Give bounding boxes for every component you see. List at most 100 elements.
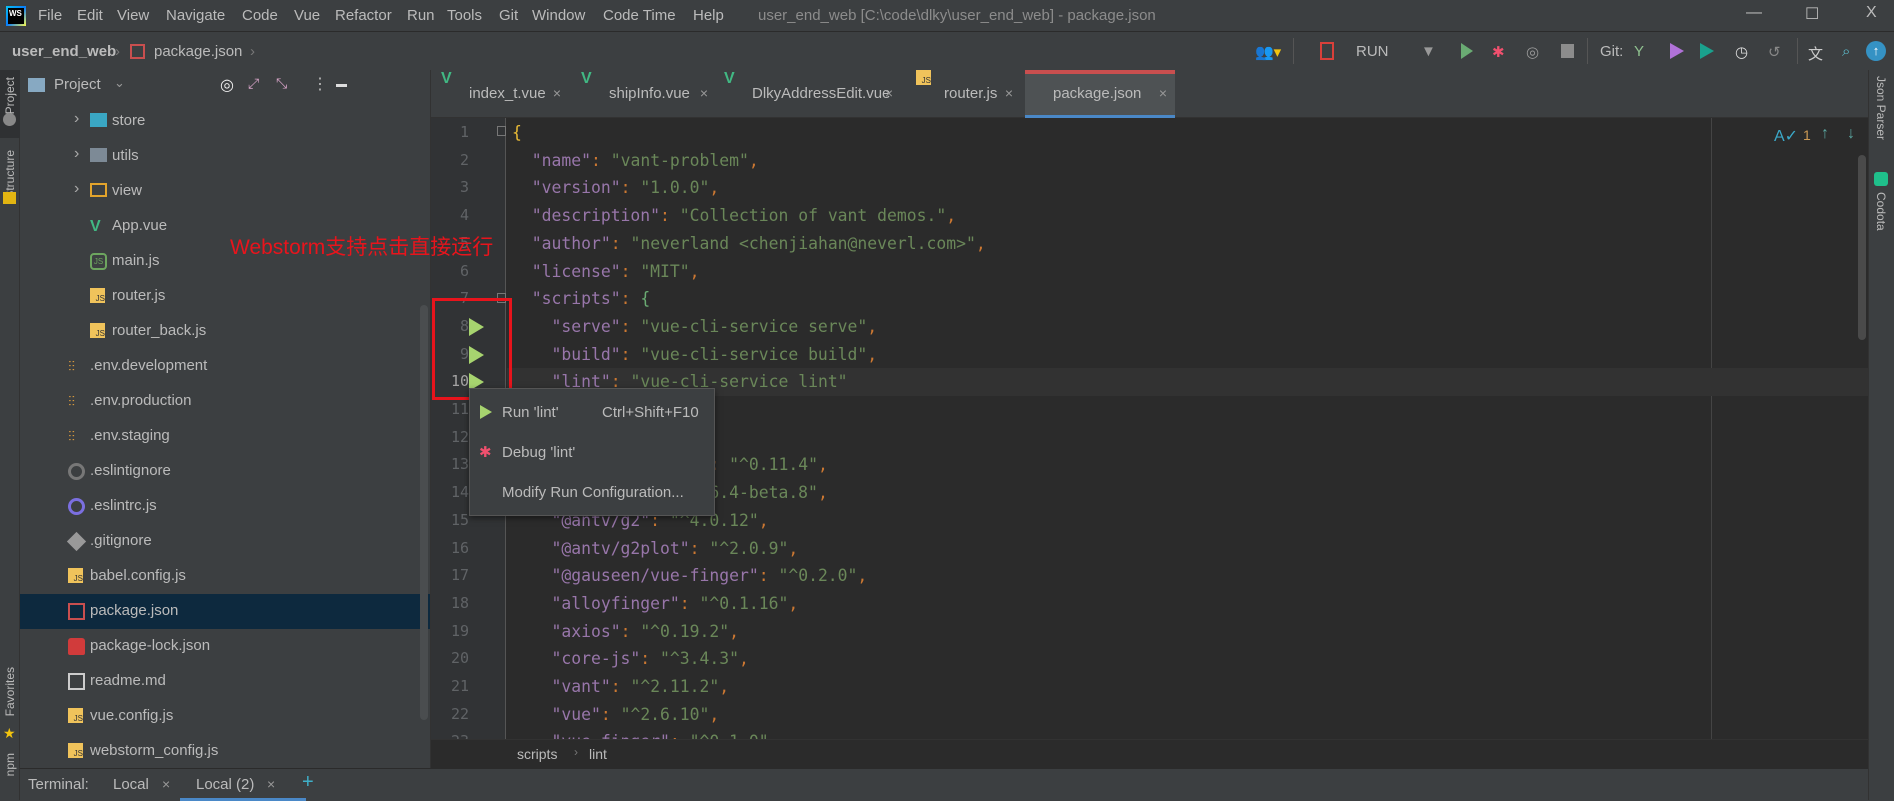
menu-tools[interactable]: Tools [447, 7, 482, 24]
chevron-right-icon[interactable]: › [74, 110, 79, 128]
hide-icon[interactable] [336, 84, 347, 87]
update-icon[interactable]: ↑ [1866, 41, 1886, 61]
tree-item[interactable]: ⫶⫶ .env.production [20, 384, 430, 419]
dropdown-arrow-icon[interactable]: ▼ [1421, 43, 1436, 60]
git-branch-icon[interactable]: Y [1634, 43, 1644, 60]
tree-item[interactable]: package.json [20, 594, 430, 629]
code-line: "version": "1.0.0", [512, 174, 720, 202]
editor-scrollbar[interactable] [1858, 155, 1866, 340]
breadcrumb-file[interactable]: package.json [154, 43, 242, 60]
tree-item[interactable]: readme.md [20, 664, 430, 699]
project-scrollbar[interactable] [420, 305, 428, 720]
tab-router-js[interactable]: JS router.js × [916, 70, 1021, 118]
expand-all-icon[interactable]: ⤢ [248, 75, 259, 92]
codota-tool-button[interactable]: Codota [1874, 192, 1888, 231]
git-pull-icon[interactable] [1700, 43, 1714, 59]
run-icon[interactable] [1461, 43, 1473, 59]
menu-run[interactable]: Run [407, 7, 435, 24]
tree-item[interactable]: .gitignore [20, 524, 430, 559]
tree-item[interactable]: ⫶⫶ .env.development [20, 349, 430, 384]
tree-item[interactable]: .eslintrc.js [20, 489, 430, 524]
tab-index-t-vue[interactable]: Vindex_t.vue × [441, 70, 569, 118]
close-icon[interactable]: × [1159, 85, 1167, 101]
tree-item[interactable]: JS webstorm_config.js [20, 734, 430, 769]
close-icon[interactable]: × [885, 85, 893, 101]
stop-icon[interactable] [1561, 44, 1574, 58]
search-icon[interactable]: ⌕ [1842, 43, 1850, 60]
translate-icon[interactable]: 文 [1808, 43, 1823, 64]
breadcrumb-scripts[interactable]: scripts [517, 746, 557, 762]
breadcrumb-project[interactable]: user_end_web [12, 43, 116, 60]
tab-dlkyaddressedit-vue[interactable]: V DlkyAddressEdit.vue × [724, 70, 901, 118]
users-icon[interactable]: 👥▾ [1255, 43, 1281, 61]
tree-item-label: .env.development [90, 357, 208, 374]
code-token: , [867, 316, 878, 336]
tree-item[interactable]: package-lock.json [20, 629, 430, 664]
project-tool-button[interactable]: Project [3, 77, 17, 114]
inspection-count[interactable]: 1 [1803, 127, 1811, 143]
menu-vue[interactable]: Vue [294, 7, 320, 24]
code-token: : [640, 649, 661, 669]
run-config-select[interactable]: RUN [1356, 43, 1389, 60]
menu-edit[interactable]: Edit [77, 7, 103, 24]
menu-help[interactable]: Help [693, 7, 724, 24]
tree-item[interactable]: ⫶⫶ .env.staging [20, 419, 430, 454]
tree-item[interactable]: › view [20, 174, 430, 209]
rollback-icon[interactable]: ↺ [1768, 43, 1781, 61]
chevron-right-icon[interactable]: › [74, 145, 79, 163]
vue-file-icon: V [90, 218, 101, 235]
coverage-icon[interactable]: ◎ [1526, 43, 1539, 61]
next-highlight-icon[interactable]: ↓ [1847, 125, 1855, 143]
menu-window[interactable]: Window [532, 7, 585, 24]
debug-icon[interactable]: ✱ [1492, 43, 1505, 61]
locate-icon[interactable]: ◎ [220, 75, 234, 95]
terminal-tab-local-2[interactable]: Local (2) × [180, 769, 306, 801]
previous-highlight-icon[interactable]: ↑ [1821, 125, 1829, 143]
menu-code[interactable]: Code [242, 7, 278, 24]
tree-item[interactable]: JS router.js [20, 279, 430, 314]
close-icon[interactable]: × [1005, 85, 1013, 101]
history-icon[interactable]: ◷ [1735, 43, 1748, 61]
tree-item[interactable]: JS router_back.js [20, 314, 430, 349]
tree-item[interactable]: JS vue.config.js [20, 699, 430, 734]
menu-item-run-lint[interactable]: Run 'lint' Ctrl+Shift+F10 [470, 395, 714, 431]
maximize-button[interactable]: ☐ [1805, 4, 1819, 24]
breadcrumb-lint[interactable]: lint [589, 746, 607, 762]
close-icon[interactable]: × [162, 776, 170, 792]
add-terminal-button[interactable]: + [302, 771, 314, 794]
run-icon [480, 405, 492, 419]
close-icon[interactable]: × [700, 85, 708, 101]
collapse-all-icon[interactable]: ⤡ [276, 75, 287, 92]
git-push-icon[interactable] [1670, 43, 1684, 59]
menu-view[interactable]: View [117, 7, 149, 24]
tab-package-json[interactable]: package.json × [1025, 70, 1175, 118]
close-icon[interactable]: × [267, 776, 275, 792]
project-panel-title[interactable]: Project [54, 76, 101, 93]
tree-item[interactable]: › store [20, 104, 430, 139]
terminal-tab-local[interactable]: Local [113, 776, 149, 793]
chevron-right-icon[interactable]: › [74, 180, 79, 198]
inspection-icon[interactable]: A✓ [1774, 126, 1798, 146]
tab-shipinfo-vue[interactable]: VshipInfo.vue × [581, 70, 716, 118]
minimize-button[interactable]: — [1746, 4, 1762, 22]
tree-item[interactable]: JS babel.config.js [20, 559, 430, 594]
tree-item[interactable]: .eslintignore [20, 454, 430, 489]
menu-item-debug-lint[interactable]: ✱ Debug 'lint' [470, 435, 714, 471]
close-icon[interactable]: × [553, 85, 561, 101]
tree-item[interactable]: › utils [20, 139, 430, 174]
menu-code-time[interactable]: Code Time [603, 7, 676, 24]
code-token: "vue-cli-service build" [640, 344, 868, 364]
menu-git[interactable]: Git [499, 7, 518, 24]
close-button[interactable]: X [1866, 4, 1877, 22]
menu-navigate[interactable]: Navigate [166, 7, 225, 24]
chevron-down-icon[interactable]: ⌄ [114, 75, 125, 91]
menu-refactor[interactable]: Refactor [335, 7, 392, 24]
menu-file[interactable]: File [38, 7, 62, 24]
json-parser-tool-button[interactable]: Json Parser [1874, 76, 1888, 140]
favorites-tool-button[interactable]: Favorites [3, 667, 17, 716]
npm-tool-button[interactable]: npm [3, 753, 17, 776]
menu-item-modify-run-configuration[interactable]: Modify Run Configuration... [470, 475, 714, 511]
fold-marker-icon[interactable] [497, 126, 506, 136]
options-icon[interactable]: ⋮ [312, 74, 328, 94]
